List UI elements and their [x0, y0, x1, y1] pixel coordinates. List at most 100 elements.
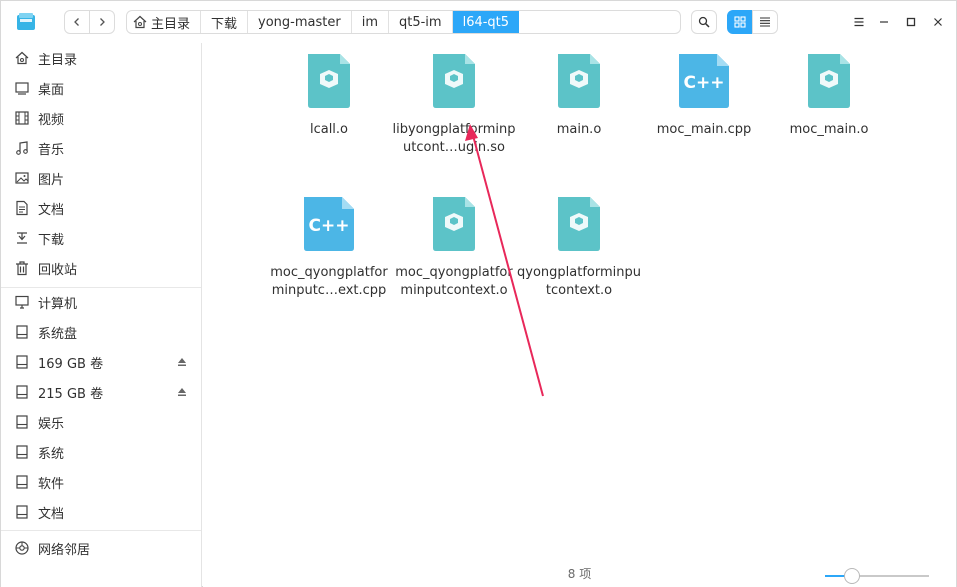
file-item-main-o[interactable]: main.o	[514, 53, 644, 139]
sidebar-item-label: 桌面	[38, 83, 65, 98]
sidebar-item-label: 文档	[38, 507, 65, 522]
disk-icon	[16, 385, 28, 399]
sidebar-item-software[interactable]: 软件	[1, 467, 201, 497]
object-file-icon	[808, 54, 850, 108]
svg-text:C++: C++	[309, 216, 350, 236]
breadcrumb-current[interactable]: l64-qt5	[452, 11, 520, 33]
breadcrumb-segment[interactable]: im	[352, 11, 389, 33]
file-item-moc-qyongplatforminputcontext-cpp[interactable]: C++ moc_qyongplatforminputc…ext.cpp	[264, 196, 394, 300]
search-button[interactable]	[691, 10, 717, 34]
icon-view-button[interactable]	[727, 10, 753, 34]
hamburger-menu-icon	[854, 17, 864, 27]
sidebar-item-label: 169 GB 卷	[38, 357, 104, 372]
file-item-lcall-o[interactable]: lcall.o	[264, 53, 394, 139]
sidebar-item-label: 215 GB 卷	[38, 387, 104, 402]
svg-text:C++: C++	[684, 73, 725, 93]
file-name: moc_main.o	[789, 122, 869, 137]
sidebar-item-trash[interactable]: 回收站	[1, 253, 201, 283]
desktop-icon	[15, 82, 29, 95]
minimize-button[interactable]	[874, 12, 894, 32]
sidebar-item-label: 系统	[38, 447, 65, 462]
sidebar-item-label: 计算机	[38, 297, 78, 312]
sidebar-item-docs-volume[interactable]: 文档	[1, 497, 201, 527]
breadcrumb: 主目录 下载 yong-master im qt5-im l64-qt5	[126, 10, 681, 34]
sidebar-item-music[interactable]: 音乐	[1, 133, 201, 163]
sidebar-item-label: 下载	[38, 233, 65, 248]
title-bar: 主目录 下载 yong-master im qt5-im l64-qt5	[1, 1, 956, 43]
object-file-icon	[433, 54, 475, 108]
eject-icon[interactable]	[177, 387, 187, 397]
file-manager-logo-icon	[17, 13, 35, 30]
disk-icon	[16, 445, 28, 459]
file-item-moc-main-o[interactable]: moc_main.o	[764, 53, 894, 139]
sidebar-item-label: 文档	[38, 203, 65, 218]
breadcrumb-segment[interactable]: 下载	[201, 11, 249, 33]
main-menu-button[interactable]	[849, 12, 869, 32]
sidebar-item-system[interactable]: 系统	[1, 437, 201, 467]
maximize-icon	[906, 17, 916, 27]
search-icon	[698, 16, 710, 28]
sidebar-item-system-disk[interactable]: 系统盘	[1, 317, 201, 347]
breadcrumb-home-label: 主目录	[151, 16, 191, 32]
close-button[interactable]	[928, 12, 948, 32]
sidebar-item-video[interactable]: 视频	[1, 103, 201, 133]
disk-icon	[16, 415, 28, 429]
file-item-moc-main-cpp[interactable]: C++ moc_main.cpp	[639, 53, 769, 139]
sidebar-item-volume-215[interactable]: 215 GB 卷	[1, 377, 201, 407]
network-icon	[15, 541, 29, 555]
sidebar-item-documents[interactable]: 文档	[1, 193, 201, 223]
chevron-left-icon	[74, 18, 79, 26]
maximize-button[interactable]	[901, 12, 921, 32]
file-name: lcall.o	[309, 122, 349, 137]
file-name: qyongplatforminputcontext.o	[517, 265, 641, 298]
zoom-slider-handle[interactable]	[844, 568, 860, 584]
grid-view-icon	[734, 16, 746, 28]
sidebar-item-label: 娱乐	[38, 417, 65, 432]
file-name: libyongplatforminputcont…ugin.so	[392, 122, 516, 155]
sidebar-item-downloads[interactable]: 下载	[1, 223, 201, 253]
file-item-libyongplatforminputcontextplugin-so[interactable]: libyongplatforminputcont…ugin.so	[389, 53, 519, 157]
cpp-file-icon: C++	[679, 54, 729, 108]
sidebar-item-pictures[interactable]: 图片	[1, 163, 201, 193]
disk-icon	[16, 355, 28, 369]
breadcrumb-segment[interactable]: qt5-im	[389, 11, 453, 33]
disk-icon	[16, 475, 28, 489]
sidebar-divider	[1, 530, 201, 531]
sidebar: 主目录 桌面 视频 音乐 图片 文档 下载 回收站 计算机 系统盘 169 GB…	[1, 43, 202, 587]
disk-icon	[16, 505, 28, 519]
music-icon	[16, 141, 28, 155]
object-file-icon	[308, 54, 350, 108]
eject-icon[interactable]	[177, 357, 187, 367]
list-view-icon	[760, 17, 770, 27]
document-icon	[16, 200, 28, 216]
sidebar-item-label: 视频	[38, 113, 65, 128]
breadcrumb-home[interactable]: 主目录	[127, 11, 202, 33]
home-icon	[133, 15, 147, 29]
video-icon	[15, 111, 29, 125]
sidebar-item-home[interactable]: 主目录	[1, 43, 201, 73]
forward-button[interactable]	[89, 10, 115, 34]
sidebar-item-volume-169[interactable]: 169 GB 卷	[1, 347, 201, 377]
close-icon	[934, 18, 942, 26]
file-item-moc-qyongplatforminputcontext-o[interactable]: moc_qyongplatforminputcontext.o	[389, 196, 519, 300]
sidebar-item-label: 回收站	[38, 263, 78, 278]
list-view-button[interactable]	[752, 10, 778, 34]
file-name: moc_qyongplatforminputcontext.o	[395, 265, 513, 298]
file-name: main.o	[556, 122, 602, 137]
sidebar-item-label: 音乐	[38, 143, 65, 158]
file-name: moc_qyongplatforminputc…ext.cpp	[270, 265, 388, 298]
sidebar-item-label: 网络邻居	[38, 543, 91, 558]
sidebar-item-network[interactable]: 网络邻居	[1, 533, 201, 563]
sidebar-item-computer[interactable]: 计算机	[1, 287, 201, 317]
file-item-qyongplatforminputcontext-o[interactable]: qyongplatforminputcontext.o	[514, 196, 644, 300]
trash-icon	[16, 261, 28, 276]
zoom-slider-track[interactable]	[825, 575, 929, 577]
sidebar-item-desktop[interactable]: 桌面	[1, 73, 201, 103]
picture-icon	[15, 172, 29, 184]
object-file-icon	[558, 54, 600, 108]
back-button[interactable]	[64, 10, 90, 34]
file-manager-window: 主目录 下载 yong-master im qt5-im l64-qt5 主目录…	[0, 0, 957, 587]
sidebar-item-label: 软件	[38, 477, 65, 492]
breadcrumb-segment[interactable]: yong-master	[248, 11, 352, 33]
sidebar-item-entertainment[interactable]: 娱乐	[1, 407, 201, 437]
